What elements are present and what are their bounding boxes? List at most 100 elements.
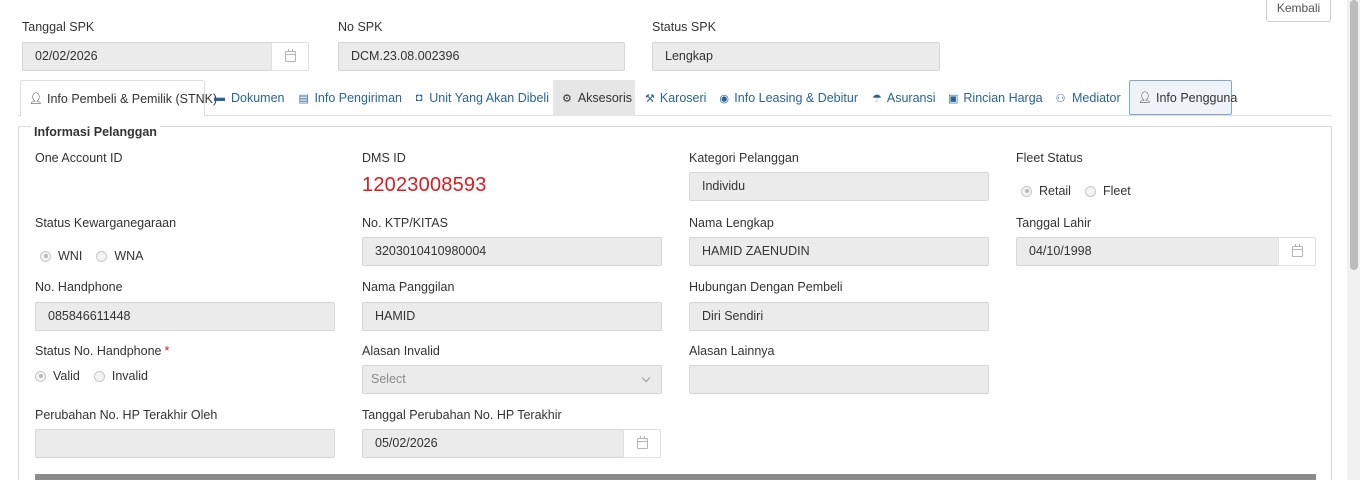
no-ktp-field: 3203010410980004 xyxy=(362,237,662,266)
option-label: Valid xyxy=(53,369,80,383)
radio-icon xyxy=(93,370,105,382)
tanggal-perubahan-calendar-button[interactable] xyxy=(623,429,661,458)
tab-unit[interactable]: ◘ Unit Yang Akan Dibeli xyxy=(406,80,552,116)
option-label: WNI xyxy=(58,249,83,263)
tab-label: Rincian Harga xyxy=(963,91,1043,105)
perubahan-oleh-label: Perubahan No. HP Terakhir Oleh xyxy=(35,408,218,422)
tab-info-pengiriman[interactable]: ▤ Info Pengiriman xyxy=(290,80,405,116)
section-title: Informasi Pelanggan xyxy=(31,125,160,139)
alasan-lainnya-field[interactable] xyxy=(689,365,989,394)
tanggal-lahir-label: Tanggal Lahir xyxy=(1016,216,1092,230)
no-handphone-field: 085846611448 xyxy=(35,302,335,331)
alasan-invalid-label: Alasan Invalid xyxy=(362,344,440,358)
dms-id-label: DMS ID xyxy=(362,151,406,165)
tanggal-lahir-field: 04/10/1998 xyxy=(1016,237,1279,266)
car-icon: ◘ xyxy=(415,92,423,104)
back-button[interactable]: Kembali xyxy=(1266,0,1331,22)
required-mark: * xyxy=(164,344,170,358)
wrench-icon: ⚒ xyxy=(645,92,655,105)
tab-info-leasing[interactable]: ◉ Info Leasing & Debitur xyxy=(711,80,861,116)
nama-lengkap-field: HAMID ZAENUDIN xyxy=(689,237,989,266)
tab-label: Karoseri xyxy=(659,91,707,105)
tab-asuransi[interactable]: ☂ Asuransi xyxy=(864,80,936,116)
calendar-icon xyxy=(284,49,296,62)
no-spk-field: DCM.23.08.002396 xyxy=(338,42,625,71)
radio-icon xyxy=(40,250,51,262)
tanggal-perubahan-field: 05/02/2026 xyxy=(362,429,624,458)
fleet-status-label: Fleet Status xyxy=(1016,151,1083,165)
valid-option[interactable]: Valid xyxy=(35,369,80,383)
option-label: Invalid xyxy=(111,369,149,383)
radio-icon xyxy=(35,370,46,382)
kategori-pelanggan-field: Individu xyxy=(689,172,989,201)
kategori-pelanggan-label: Kategori Pelanggan xyxy=(689,151,799,165)
one-account-id-label: One Account ID xyxy=(35,151,123,165)
radio-icon xyxy=(1021,185,1032,197)
tab-label: Aksesoris xyxy=(577,91,632,105)
chevron-down-icon xyxy=(641,373,651,383)
fleet-status-retail-option[interactable]: Retail xyxy=(1021,184,1071,198)
kewarganegaraan-radio-group: WNI WNA xyxy=(40,249,157,263)
tab-label: Mediator xyxy=(1072,91,1121,105)
tab-bar: 👤︎ Info Pembeli & Pemilik (STNK) ▬ Dokumen… xyxy=(18,78,1332,117)
tab-label: Info Pembeli & Pemilik (STNK) xyxy=(47,91,218,106)
money-icon: ▣ xyxy=(948,92,959,105)
radio-icon xyxy=(96,250,108,262)
tab-label: Info Leasing & Debitur xyxy=(734,91,858,105)
hubungan-label: Hubungan Dengan Pembeli xyxy=(689,280,843,294)
option-label: Fleet xyxy=(1102,184,1131,198)
map-icon: ▤ xyxy=(298,92,309,105)
wna-option[interactable]: WNA xyxy=(96,249,143,263)
tab-karoseri[interactable]: ⚒ Karoseri xyxy=(637,80,709,116)
select-placeholder: Select xyxy=(371,372,406,386)
fleet-status-fleet-option[interactable]: Fleet xyxy=(1084,184,1131,198)
invalid-option[interactable]: Invalid xyxy=(93,369,149,383)
status-no-handphone-label: Status No. Handphone * xyxy=(35,344,169,358)
tab-info-pengguna[interactable]: 👤︎ Info Pengguna xyxy=(1129,80,1237,115)
tab-label: Info Pengiriman xyxy=(314,91,402,105)
tanggal-spk-calendar-button[interactable] xyxy=(271,42,309,71)
wni-option[interactable]: WNI xyxy=(40,249,82,263)
tab-label: Asuransi xyxy=(886,91,936,105)
status-no-hp-radio-group: Valid Invalid xyxy=(35,369,162,383)
tab-aksesoris[interactable]: ⚙ Aksesoris xyxy=(553,80,635,116)
tab-label: Unit Yang Akan Dibeli xyxy=(429,91,549,105)
hubungan-field: Diri Sendiri xyxy=(689,302,989,331)
label-text: Status No. Handphone xyxy=(35,344,162,358)
tab-label: Dokumen xyxy=(231,91,285,105)
tab-label: Info Pengguna xyxy=(1156,90,1238,105)
no-ktp-label: No. KTP/KITAS xyxy=(362,216,448,230)
alasan-invalid-select[interactable]: Select xyxy=(362,365,662,394)
option-label: WNA xyxy=(114,249,144,263)
tab-dokumen[interactable]: ▬ Dokumen xyxy=(205,80,298,116)
calendar-icon xyxy=(636,436,648,449)
nama-panggilan-field: HAMID xyxy=(362,302,662,331)
nama-panggilan-label: Nama Panggilan xyxy=(362,280,455,294)
no-handphone-label: No. Handphone xyxy=(35,280,123,294)
perubahan-oleh-field xyxy=(35,429,335,458)
option-label: Retail xyxy=(1039,184,1071,198)
tab-info-pembeli[interactable]: 👤︎ Info Pembeli & Pemilik (STNK) xyxy=(20,80,217,117)
eye-icon: ◉ xyxy=(719,92,729,105)
folder-open-icon: ▬ xyxy=(214,92,225,104)
status-spk-label: Status SPK xyxy=(652,20,716,34)
next-section-header xyxy=(35,474,1316,480)
tanggal-spk-field: 02/02/2026 xyxy=(22,42,272,71)
fleet-status-radio-group: Retail Fleet xyxy=(1021,184,1145,198)
calendar-icon xyxy=(1291,244,1303,257)
nama-lengkap-label: Nama Lengkap xyxy=(689,216,774,230)
tab-rincian-harga[interactable]: ▣ Rincian Harga xyxy=(940,80,1043,116)
tanggal-spk-label: Tanggal SPK xyxy=(22,20,95,34)
cogs-icon: ⚙ xyxy=(561,92,572,105)
user-icon: 👤︎ xyxy=(29,93,43,105)
users-icon: ⚇ xyxy=(1055,92,1066,105)
alasan-lainnya-label: Alasan Lainnya xyxy=(689,344,775,358)
umbrella-icon: ☂ xyxy=(872,92,882,105)
dms-id-value: 12023008593 xyxy=(362,174,487,196)
no-spk-label: No SPK xyxy=(338,20,383,34)
tanggal-lahir-calendar-button[interactable] xyxy=(1278,237,1316,266)
status-kewarganegaraan-label: Status Kewarganegaraan xyxy=(35,216,177,230)
tab-mediator[interactable]: ⚇ Mediator xyxy=(1046,80,1126,116)
user-icon: 👤︎ xyxy=(1138,92,1152,104)
scrollbar-thumb[interactable] xyxy=(1350,0,1358,270)
